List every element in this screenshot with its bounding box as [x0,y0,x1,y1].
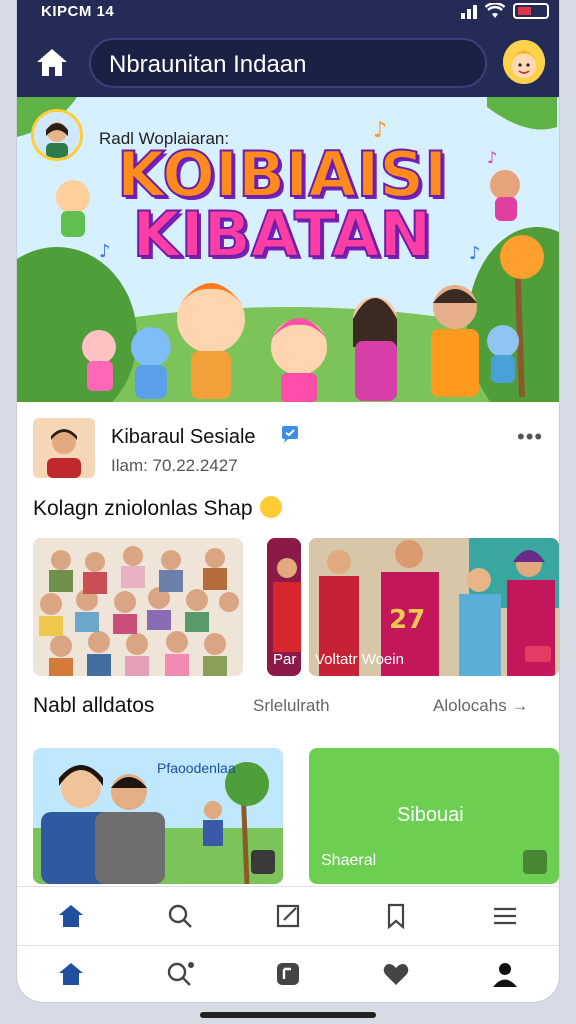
avatar-face-icon [34,112,80,158]
home-icon [59,905,84,927]
gallery-photo-caption: Par [273,651,297,668]
main-tab-bar [17,946,559,1002]
hero-title-line1: KOIBIAISI [116,138,448,211]
svg-text:27: 27 [389,605,425,635]
top-bar: KIPCM 14 Nbraunitan Indaan [17,0,559,97]
tab-menu[interactable] [481,896,529,936]
search-input[interactable]: Nbraunitan Indaan [89,38,487,88]
signal-icon [461,3,477,19]
post-header: Kibaraul Sesiale Ilam: 70.22.2427 ••• [17,402,559,492]
card-label: Sibouai [397,804,464,826]
tab-likes[interactable] [372,954,420,994]
content-card[interactable]: Pfaoodenlaa [33,748,283,884]
reels-icon [276,963,299,985]
card-tag: Pfaoodenlaa [157,760,236,776]
gallery-photo[interactable] [33,538,243,676]
tab-search[interactable] [156,954,204,994]
gallery-photo[interactable]: 27 Voltatr Woein [309,538,559,676]
battery-icon [513,3,549,19]
hero-banner[interactable]: ♪ ♪ ♪ ♪ Radl Woplaiaran: KOIBIAISI KIBAT… [17,97,559,402]
avatar-person-icon [33,418,95,478]
section-meta: Srlelulrath [253,696,330,715]
post-timestamp: Ilam: 70.22.2427 [111,456,238,475]
tab-create[interactable] [264,896,312,936]
hero-title-line2: KIBATAN [132,198,433,271]
home-button[interactable] [35,46,69,78]
svg-text:♪: ♪ [487,148,497,167]
status-icons [461,3,549,19]
home-indicator[interactable] [200,1012,376,1018]
post-author-name[interactable]: Kibaraul Sesiale [111,426,256,449]
phone-screen: KIPCM 14 Nbraunitan Indaan ♪ ♪ ♪ ♪ Radl … [17,0,559,1002]
status-bar: KIPCM 14 [17,0,559,24]
edit-icon [276,904,300,928]
profile-icon [492,963,517,987]
see-all-link[interactable]: Alolocahs → [433,696,528,716]
heart-icon [384,964,409,985]
hero-title: KOIBIAISI KIBATAN [116,138,448,271]
verified-badge-icon [282,426,298,443]
avatar-face-icon [503,40,545,84]
channel-avatar[interactable] [31,109,83,161]
tab-saved[interactable] [372,896,420,936]
wifi-icon [485,3,505,18]
section-title: Nabl alldatos [33,694,155,717]
content-cards: Pfaoodenlaa Sibouai Shaeral [33,748,559,884]
bookmark-icon [388,903,405,930]
emoji-icon [260,496,283,518]
profile-avatar[interactable] [503,40,545,84]
card-sublabel: Shaeral [321,852,377,869]
post-caption-text: Kolagn zniolonlas Shap [33,497,253,520]
section-header: Nabl alldatos Srlelulrath Alolocahs → [17,694,559,724]
gallery-photo[interactable]: Par [267,538,301,676]
more-options-button[interactable]: ••• [517,424,543,450]
gallery-photo-caption: Voltatr Woein [315,651,404,668]
tab-reels[interactable] [264,954,312,994]
photo-gallery: Par 27 Voltatr Woein [33,538,559,678]
search-icon [168,904,192,928]
tab-search[interactable] [156,896,204,936]
status-time: KIPCM 14 [41,3,115,20]
menu-icon [493,907,516,925]
tab-home[interactable] [47,954,95,994]
group-photo-icon [33,538,243,676]
home-icon [59,963,84,985]
expand-icon[interactable] [523,850,547,874]
secondary-tab-bar [17,886,559,946]
post-author-avatar[interactable] [33,418,95,478]
search-icon [167,962,194,986]
content-card[interactable]: Sibouai Shaeral [309,748,559,884]
svg-text:♪: ♪ [99,241,111,262]
post-caption: Kolagn zniolonlas Shap [33,496,283,521]
tab-home[interactable] [47,896,95,936]
svg-text:♪: ♪ [469,243,481,264]
tab-profile[interactable] [481,954,529,994]
